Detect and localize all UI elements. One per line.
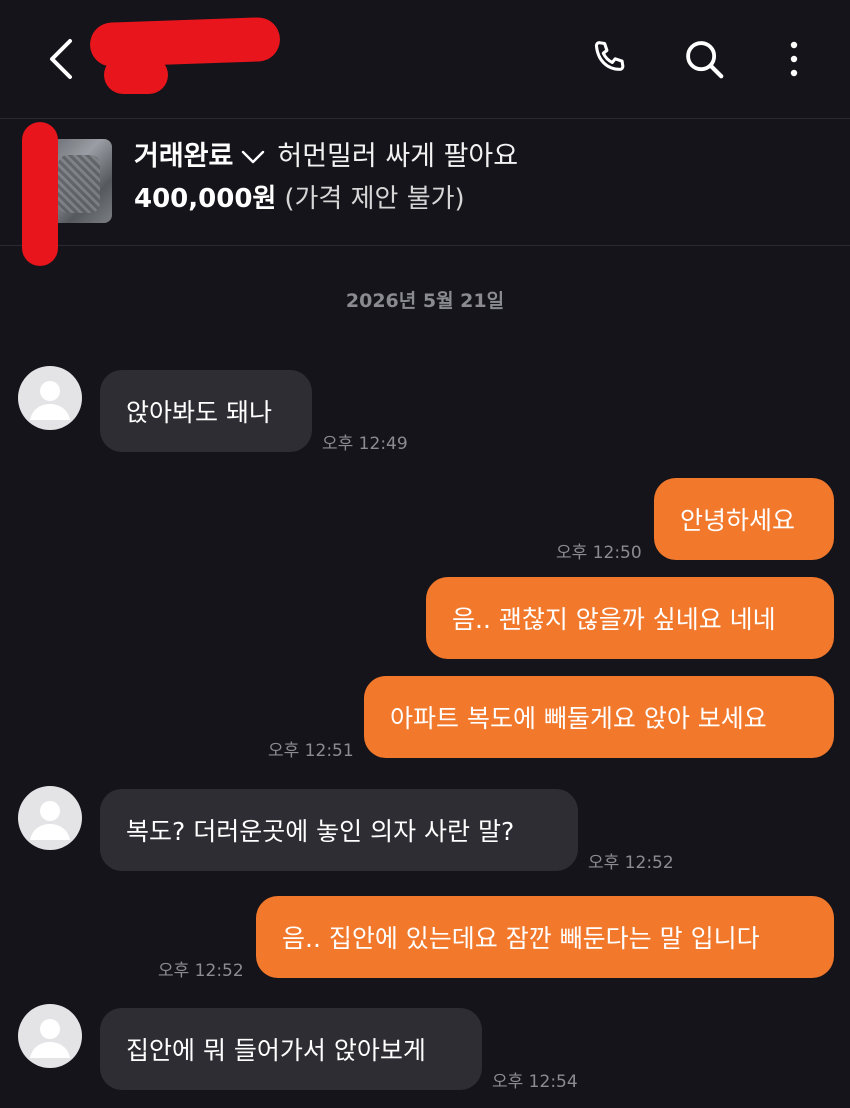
call-button[interactable] xyxy=(582,30,638,88)
phone-icon xyxy=(594,41,625,71)
trade-status-label: 거래완료 xyxy=(134,141,234,172)
more-vertical-icon xyxy=(790,41,798,77)
avatar[interactable] xyxy=(18,786,82,850)
price-note: (가격 제안 불가) xyxy=(284,184,465,214)
product-title-row: 거래완료 허먼밀러 싸게 팔아요 xyxy=(134,140,518,174)
message-bubble-incoming[interactable]: 집안에 뭐 들어가서 앉아보게 xyxy=(100,1008,482,1090)
product-price: 400,000원 xyxy=(134,184,277,214)
message-time: 오후 12:54 xyxy=(492,1072,578,1092)
avatar[interactable] xyxy=(18,366,82,430)
date-divider: 2026년 5월 21일 xyxy=(345,290,505,312)
message-time: 오후 12:52 xyxy=(158,961,244,981)
message-bubble-incoming[interactable]: 앉아봐도 돼나 xyxy=(100,370,312,452)
back-button[interactable] xyxy=(36,30,84,88)
message-bubble-outgoing[interactable]: 아파트 복도에 빼둘게요 앉아 보세요 xyxy=(364,676,834,758)
redacted-mark xyxy=(22,122,58,266)
message-time: 오후 12:49 xyxy=(322,434,408,454)
search-icon xyxy=(686,41,724,79)
product-thumbnail xyxy=(50,139,112,223)
top-bar xyxy=(0,0,850,118)
message-bubble-incoming[interactable]: 복도? 더러운곳에 놓인 의자 사란 말? xyxy=(100,789,578,871)
message-bubble-outgoing[interactable]: 음.. 괜찮지 않을까 싶네요 네네 xyxy=(426,577,834,659)
product-title: 허먼밀러 싸게 팔아요 xyxy=(277,141,519,172)
message-bubble-outgoing[interactable]: 안녕하세요 xyxy=(654,478,834,560)
avatar[interactable] xyxy=(18,1004,82,1068)
message-bubble-outgoing[interactable]: 음.. 집안에 있는데요 잠깐 빼둔다는 말 입니다 xyxy=(256,896,834,978)
message-time: 오후 12:51 xyxy=(268,741,354,761)
message-time: 오후 12:52 xyxy=(588,853,674,873)
product-price-row: 400,000원 (가격 제안 불가) xyxy=(134,182,465,216)
chevron-down-icon xyxy=(241,150,265,164)
more-options-button[interactable] xyxy=(766,30,822,88)
chevron-left-icon xyxy=(50,39,72,79)
trade-status-select[interactable]: 거래완료 xyxy=(134,140,277,174)
search-button[interactable] xyxy=(676,30,732,88)
message-time: 오후 12:50 xyxy=(556,543,642,563)
